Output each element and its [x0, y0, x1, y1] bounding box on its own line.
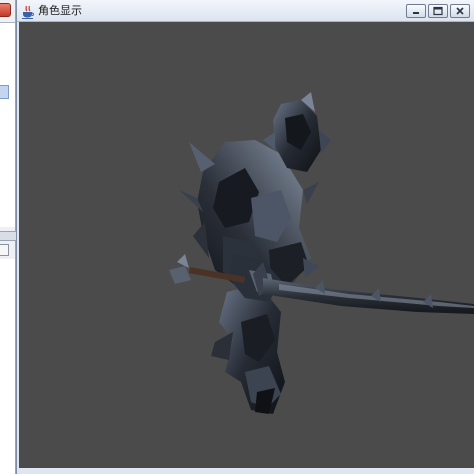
window-title: 角色显示: [38, 4, 82, 17]
window-bottom-border: [17, 468, 474, 474]
background-panel: [0, 259, 15, 474]
background-window-top[interactable]: [0, 0, 16, 232]
knight-legs: [211, 284, 285, 414]
minimize-icon: [413, 12, 419, 14]
java-cup-icon: [21, 4, 35, 19]
minimize-button[interactable]: [406, 4, 426, 18]
window-controls: [406, 4, 470, 18]
maximize-button[interactable]: [428, 4, 448, 18]
desktop: 角色显示: [0, 0, 474, 474]
background-tab[interactable]: [0, 244, 9, 256]
close-icon: [456, 7, 464, 15]
background-list-panel[interactable]: [0, 22, 15, 227]
maximize-icon: [433, 6, 443, 16]
background-window-bottom[interactable]: [0, 240, 16, 474]
close-icon[interactable]: [0, 3, 11, 17]
3d-viewport[interactable]: [19, 22, 474, 468]
selected-list-item[interactable]: [0, 85, 9, 99]
sword-blade: [263, 278, 474, 314]
close-button[interactable]: [450, 4, 470, 18]
character-display-window[interactable]: 角色显示: [16, 0, 474, 474]
armored-knight-model: [169, 92, 474, 414]
title-bar[interactable]: 角色显示: [17, 0, 474, 22]
